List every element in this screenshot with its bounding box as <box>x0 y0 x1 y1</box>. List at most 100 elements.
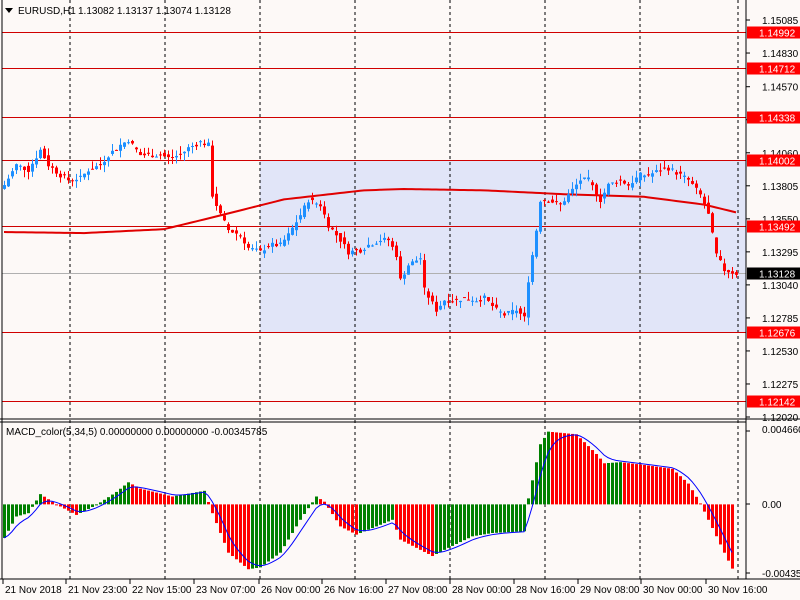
candle-body <box>123 142 126 147</box>
macd-histogram-bar <box>123 485 126 505</box>
candle-body <box>75 179 78 182</box>
time-label: 28 Nov 00:00 <box>452 585 512 596</box>
price-chart[interactable]: 1.150851.148301.145701.143151.140601.138… <box>0 0 800 600</box>
macd-histogram-bar <box>687 483 690 505</box>
macd-histogram-bar <box>251 504 254 569</box>
macd-histogram-bar <box>283 504 286 547</box>
candle-body <box>19 165 22 167</box>
level-price-label: 1.12142 <box>759 398 796 409</box>
macd-histogram-bar <box>279 504 282 553</box>
candle-body <box>539 201 542 232</box>
candle-body <box>599 195 602 203</box>
macd-histogram-bar <box>143 489 146 505</box>
candle-body <box>287 233 290 241</box>
candle-body <box>615 182 618 184</box>
candle-body <box>215 193 218 206</box>
macd-histogram-bar <box>619 462 622 505</box>
macd-histogram-bar <box>587 446 590 505</box>
candle-body <box>571 188 574 194</box>
macd-histogram-bar <box>719 504 722 545</box>
time-label: 23 Nov 07:00 <box>196 585 256 596</box>
macd-histogram-bar <box>467 504 470 539</box>
candle-body <box>459 300 462 303</box>
candle-body <box>679 171 682 174</box>
time-label: 30 Nov 00:00 <box>643 585 703 596</box>
candle-body <box>531 255 534 282</box>
macd-histogram-bar <box>559 432 562 505</box>
macd-histogram-bar <box>459 504 462 543</box>
candle-body <box>343 237 346 245</box>
price-zone-rectangle[interactable] <box>260 160 746 333</box>
level-price-label: 1.14992 <box>759 29 796 40</box>
candle-body <box>603 192 606 199</box>
macd-histogram-bar <box>359 504 362 533</box>
macd-histogram-bar <box>635 464 638 505</box>
macd-histogram-bar <box>447 504 450 548</box>
candle-body <box>159 154 162 156</box>
candle-body <box>607 183 610 195</box>
price-tick-label: 1.13040 <box>762 281 799 292</box>
candle-body <box>643 175 646 178</box>
time-label: 22 Nov 15:00 <box>132 585 192 596</box>
candle-body <box>15 164 18 171</box>
macd-histogram-bar <box>195 492 198 505</box>
candle-body <box>387 238 390 241</box>
macd-histogram-bar <box>419 504 422 550</box>
macd-histogram-bar <box>667 468 670 505</box>
macd-histogram-bar <box>479 504 482 536</box>
candle-body <box>619 179 622 181</box>
macd-histogram-bar <box>275 504 278 556</box>
candle-body <box>299 215 302 220</box>
candle-body <box>79 175 82 177</box>
candle-body <box>191 145 194 147</box>
candle-body <box>711 213 714 233</box>
macd-histogram-bar <box>475 504 478 536</box>
macd-histogram-bar <box>199 491 202 505</box>
candle-body <box>143 153 146 156</box>
candle-body <box>311 197 314 201</box>
candle-body <box>219 205 222 214</box>
candle-body <box>659 170 662 172</box>
candle-body <box>567 194 570 202</box>
time-label: 28 Nov 16:00 <box>516 585 576 596</box>
candle-body <box>39 149 42 159</box>
candle-body <box>547 201 550 203</box>
candle-body <box>631 183 634 188</box>
chart-header: EURUSD,H1 1.13082 1.13137 1.13074 1.1312… <box>5 6 231 17</box>
macd-histogram-bar <box>339 504 342 527</box>
candle-body <box>95 166 98 170</box>
candle-body <box>511 309 514 315</box>
macd-histogram-bar <box>399 504 402 540</box>
macd-histogram-bar <box>183 494 186 505</box>
candle-body <box>527 282 530 318</box>
candle-body <box>535 230 538 257</box>
macd-histogram-bar <box>647 465 650 505</box>
macd-histogram-bar <box>95 504 98 506</box>
candle-body <box>671 168 674 170</box>
macd-histogram-bar <box>167 495 170 505</box>
candle-body <box>735 272 738 275</box>
macd-histogram-bar <box>175 495 178 505</box>
candle-body <box>627 184 630 186</box>
candle <box>535 228 538 259</box>
macd-histogram-bar <box>127 482 130 505</box>
candle-body <box>87 171 90 175</box>
candle-body <box>175 155 178 158</box>
candle-body <box>179 153 182 155</box>
candle-body <box>91 168 94 170</box>
candle-body <box>195 144 198 147</box>
macd-histogram-bar <box>535 462 538 505</box>
candle-body <box>667 167 670 171</box>
macd-histogram-bar <box>31 504 34 507</box>
candle-body <box>359 249 362 253</box>
macd-histogram-bar <box>591 450 594 505</box>
time-label: 26 Nov 00:00 <box>261 585 321 596</box>
level-price-label: 1.13492 <box>759 223 796 234</box>
macd-histogram-bar <box>703 504 706 512</box>
candle-body <box>563 201 566 205</box>
candle-body <box>63 174 66 176</box>
macd-histogram-bar <box>439 504 442 552</box>
candle-body <box>127 142 130 144</box>
macd-histogram-bar <box>295 504 298 527</box>
candle-body <box>451 301 454 303</box>
